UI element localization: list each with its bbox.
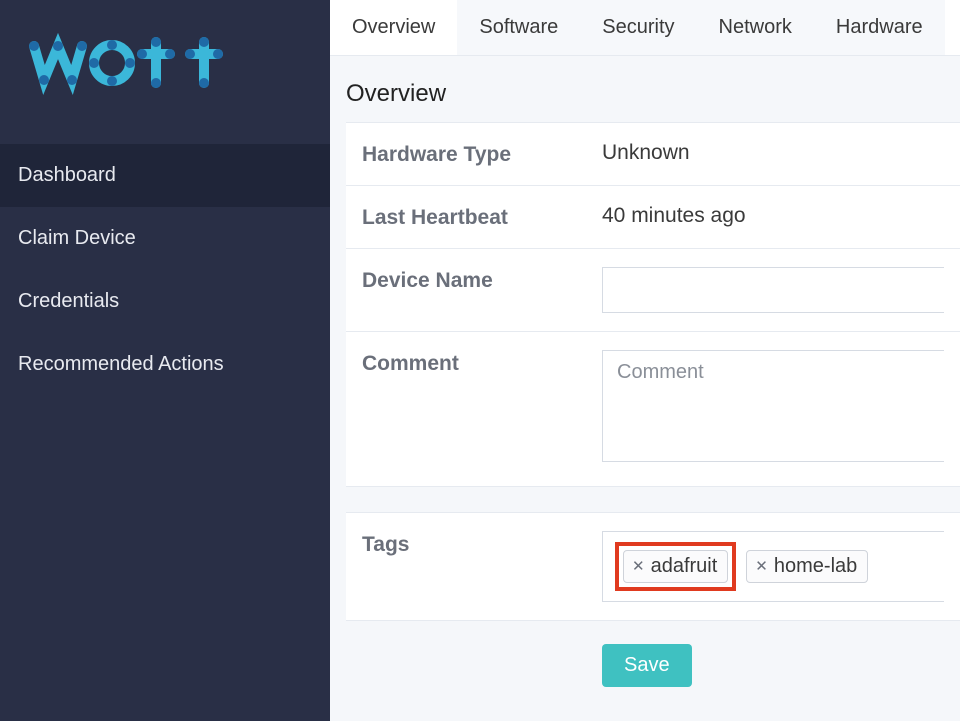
row-comment: Comment: [346, 331, 960, 487]
wott-logo-icon: [26, 28, 256, 98]
tab-security[interactable]: Security: [580, 0, 696, 55]
tags-panel: Tags ✕ adafruit ✕ home-lab: [346, 512, 960, 621]
tag-chip[interactable]: ✕ adafruit: [623, 550, 728, 583]
tag-label: home-lab: [774, 555, 857, 578]
label-hardware-type: Hardware Type: [362, 141, 602, 167]
value-hardware-type: Unknown: [602, 141, 944, 165]
row-tags: Tags ✕ adafruit ✕ home-lab: [346, 512, 960, 621]
label-device-name: Device Name: [362, 267, 602, 293]
main-content: Overview Software Security Network Hardw…: [330, 0, 960, 721]
row-last-heartbeat: Last Heartbeat 40 minutes ago: [346, 185, 960, 249]
tag-remove-icon[interactable]: ✕: [755, 559, 768, 574]
comment-textarea[interactable]: [602, 350, 944, 462]
sidebar-item-recommended-actions[interactable]: Recommended Actions: [0, 333, 330, 396]
tags-input[interactable]: ✕ adafruit ✕ home-lab: [602, 531, 944, 602]
row-hardware-type: Hardware Type Unknown: [346, 122, 960, 186]
tag-chip[interactable]: ✕ home-lab: [746, 550, 868, 583]
tag-remove-icon[interactable]: ✕: [632, 559, 645, 574]
tab-overview[interactable]: Overview: [330, 0, 457, 55]
value-last-heartbeat: 40 minutes ago: [602, 204, 944, 228]
sidebar: Dashboard Claim Device Credentials Recom…: [0, 0, 330, 721]
row-device-name: Device Name: [346, 248, 960, 332]
tab-network[interactable]: Network: [697, 0, 814, 55]
label-comment: Comment: [362, 350, 602, 376]
tab-hardware[interactable]: Hardware: [814, 0, 945, 55]
tab-software[interactable]: Software: [457, 0, 580, 55]
overview-panel: Hardware Type Unknown Last Heartbeat 40 …: [346, 122, 960, 487]
brand-logo: [0, 0, 330, 144]
sidebar-item-claim-device[interactable]: Claim Device: [0, 207, 330, 270]
sidebar-item-dashboard[interactable]: Dashboard: [0, 144, 330, 207]
tag-label: adafruit: [651, 555, 718, 578]
action-row: Save: [346, 620, 960, 711]
page-title: Overview: [330, 56, 960, 122]
sidebar-item-credentials[interactable]: Credentials: [0, 270, 330, 333]
tag-highlight: ✕ adafruit: [615, 542, 736, 591]
label-last-heartbeat: Last Heartbeat: [362, 204, 602, 230]
tab-bar: Overview Software Security Network Hardw…: [330, 0, 960, 56]
label-tags: Tags: [362, 531, 602, 557]
device-name-input[interactable]: [602, 267, 944, 313]
save-button[interactable]: Save: [602, 644, 692, 687]
